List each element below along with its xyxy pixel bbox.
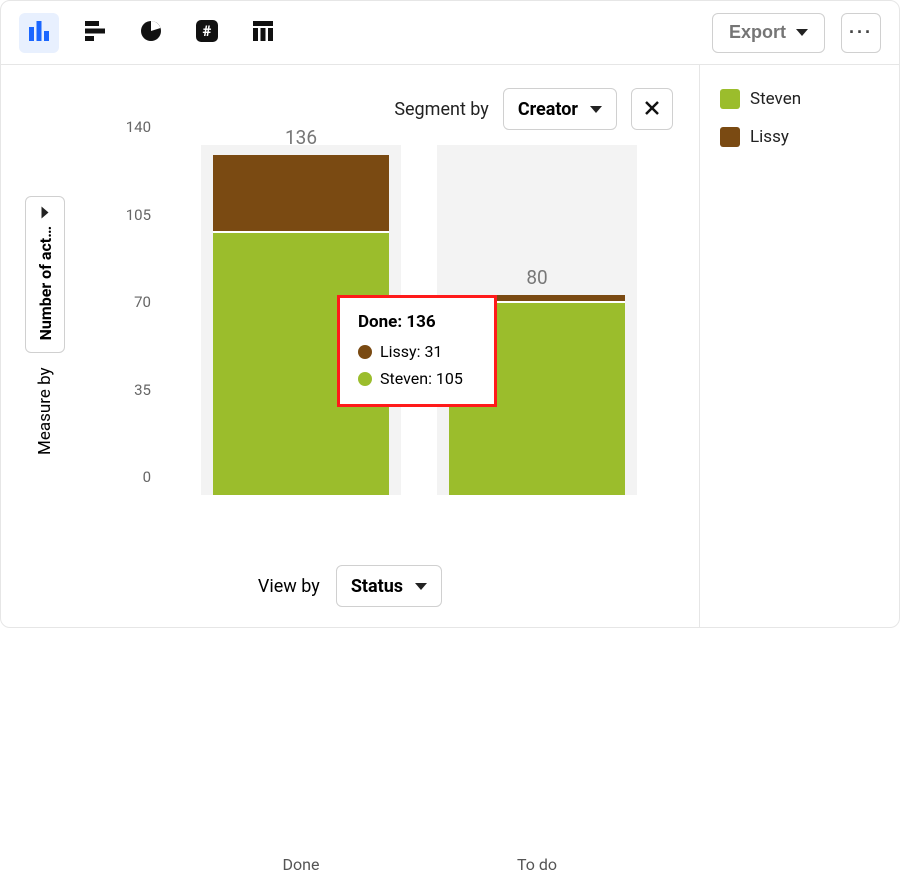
chart-type-switcher: # <box>19 13 283 53</box>
measure-by-value: Number of act… <box>36 226 55 340</box>
more-button[interactable]: ··· <box>841 13 881 53</box>
bar-total-label: 136 <box>201 126 401 149</box>
category-label: Done <box>201 855 401 874</box>
tooltip-row-label: Lissy: 31 <box>380 342 442 361</box>
tooltip-dot <box>358 345 372 359</box>
bar-vertical-icon <box>28 20 50 46</box>
chart-type-bar-vertical[interactable] <box>19 13 59 53</box>
legend-item[interactable]: Steven <box>720 89 879 109</box>
legend-swatch <box>720 89 740 109</box>
legend-label: Lissy <box>750 127 789 147</box>
chart-area: Segment by Creator Measure by Number of … <box>1 65 699 627</box>
y-tick: 0 <box>143 468 151 486</box>
chart-type-pie[interactable] <box>131 13 171 53</box>
export-label: Export <box>729 22 786 43</box>
legend-label: Steven <box>750 89 801 109</box>
y-tick: 140 <box>126 118 151 136</box>
tooltip-title: Done: 136 <box>358 312 476 332</box>
y-tick: 35 <box>134 381 151 399</box>
body: Segment by Creator Measure by Number of … <box>1 65 899 627</box>
tooltip-row-label: Steven: 105 <box>380 369 463 388</box>
bar-total-label: 80 <box>437 266 637 289</box>
chart-type-table[interactable] <box>243 13 283 53</box>
bar-segment[interactable] <box>213 155 389 233</box>
svg-text:#: # <box>203 22 212 40</box>
view-by-value: Status <box>351 576 403 597</box>
segment-by-clear[interactable] <box>631 88 673 130</box>
category-label: To do <box>437 855 637 874</box>
chevron-right-icon <box>42 206 49 218</box>
tooltip: Done: 136 Lissy: 31 Steven: 105 <box>337 295 497 407</box>
export-button[interactable]: Export <box>712 13 825 53</box>
table-icon <box>252 20 274 46</box>
chart-type-number[interactable]: # <box>187 13 227 53</box>
chevron-down-icon <box>590 106 602 113</box>
tooltip-dot <box>358 372 372 386</box>
segment-by-value: Creator <box>518 99 578 120</box>
view-by-select[interactable]: Status <box>336 565 442 607</box>
chevron-down-icon <box>415 583 427 590</box>
measure-by-select[interactable]: Number of act… <box>25 196 65 353</box>
measure-by-row: Measure by Number of act… <box>25 196 65 455</box>
view-by-label: View by <box>258 576 320 597</box>
y-tick: 70 <box>134 293 151 311</box>
more-icon: ··· <box>849 22 873 43</box>
tooltip-row: Steven: 105 <box>358 369 476 388</box>
number-icon: # <box>195 19 219 47</box>
view-by-row: View by Status <box>1 565 699 607</box>
chart-type-bar-horizontal[interactable] <box>75 13 115 53</box>
segment-by-label: Segment by <box>394 99 489 120</box>
app-frame: # Export ··· Segment by Creator <box>0 0 900 628</box>
y-tick: 105 <box>126 206 151 224</box>
chevron-down-icon <box>796 29 808 36</box>
pie-icon <box>140 20 162 46</box>
segment-by-select[interactable]: Creator <box>503 88 617 130</box>
legend-swatch <box>720 127 740 147</box>
measure-by-label: Measure by <box>35 367 55 455</box>
toolbar: # Export ··· <box>1 1 899 65</box>
legend-item[interactable]: Lissy <box>720 127 879 147</box>
close-icon <box>644 97 660 121</box>
bar-horizontal-icon <box>84 20 106 46</box>
tooltip-row: Lissy: 31 <box>358 342 476 361</box>
legend-panel: Steven Lissy <box>699 65 899 627</box>
